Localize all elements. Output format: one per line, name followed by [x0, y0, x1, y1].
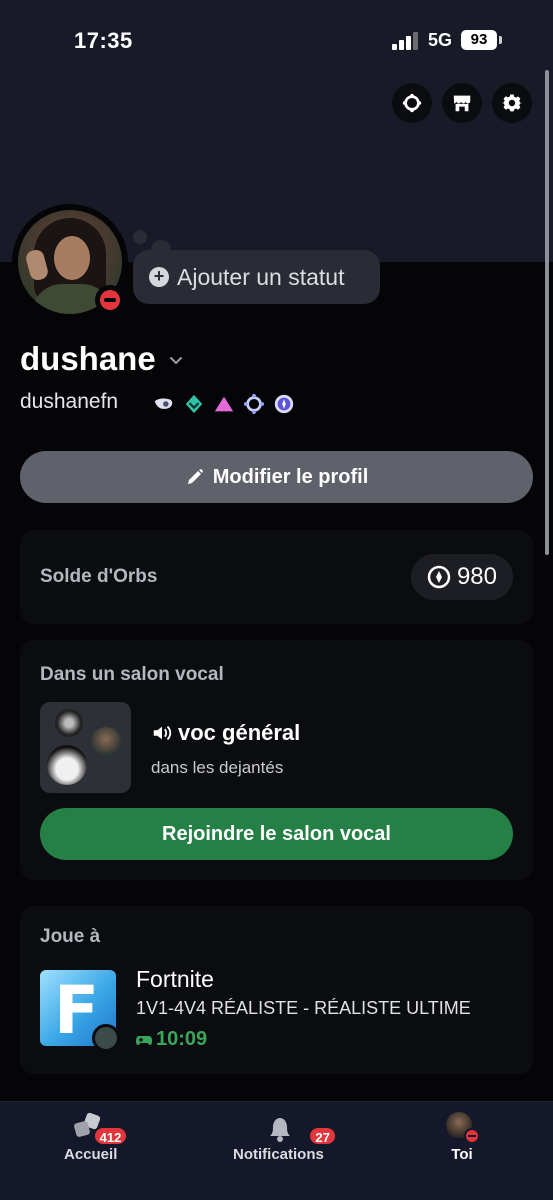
game-activity-card: Joue à F Fortnite 1V1-4V4 RÉALISTE - RÉA… [20, 906, 533, 1074]
network-type: 5G [428, 30, 453, 50]
hypesquad-icon[interactable] [152, 392, 176, 416]
edit-profile-button[interactable]: Modifier le profil [20, 451, 533, 503]
tab-home-label: Accueil [64, 1146, 118, 1163]
battery-icon: 93 [461, 30, 502, 50]
voice-activity-card: Dans un salon vocal voc général dans les… [20, 640, 533, 880]
shop-icon [453, 95, 471, 112]
voice-channel-name: voc général [178, 720, 301, 745]
orbs-card: Solde d'Orbs 980 [20, 530, 533, 624]
participant-avatar [44, 742, 90, 788]
speaker-icon [153, 725, 172, 741]
orbs-title: Solde d'Orbs [40, 566, 158, 587]
you-icon-wrap [442, 1110, 482, 1144]
chevron-down-icon[interactable] [168, 352, 184, 368]
orbs-balance: 980 [456, 563, 497, 590]
gear-icon [501, 94, 523, 112]
tab-you-label: Toi [451, 1146, 473, 1163]
bell-icon [270, 1118, 291, 1142]
add-status-button[interactable]: + Ajouter un statut [133, 250, 380, 304]
notifications-badge: 27 [308, 1126, 337, 1146]
participant-avatar [52, 706, 86, 740]
tab-home[interactable]: 412 Accueil [64, 1110, 129, 1163]
game-mode-icon [92, 1024, 120, 1052]
boost-icon[interactable] [242, 392, 266, 416]
orbs-balance-pill[interactable]: 980 [410, 554, 513, 600]
voice-channel[interactable]: voc général [151, 720, 300, 746]
nitro-icon [402, 93, 422, 113]
game-detail: 1V1-4V4 RÉALISTE - RÉALISTE ULTIME [136, 998, 471, 1018]
home-badge: 412 [92, 1126, 129, 1146]
status-bar: 17:35 5G 93 [0, 0, 553, 80]
add-status-label: Ajouter un statut [177, 263, 345, 290]
dnd-status-icon [464, 1128, 480, 1144]
quest-triangle-icon[interactable] [212, 392, 236, 416]
tab-you[interactable]: Toi [442, 1110, 482, 1163]
join-voice-label: Rejoindre le salon vocal [162, 822, 391, 845]
nitro-gem-icon[interactable] [182, 392, 206, 416]
tab-notifications[interactable]: 27 Notifications [233, 1110, 337, 1163]
gamepad-icon [136, 1035, 152, 1045]
plus-icon: + [149, 267, 169, 287]
pencil-icon [187, 469, 203, 484]
game-elapsed: 10:09 [136, 1028, 207, 1051]
voice-participants-thumbnail[interactable] [40, 702, 131, 793]
home-icon-wrap: 412 [71, 1110, 129, 1146]
status-bubble-dot [133, 230, 147, 244]
display-name[interactable]: dushane [20, 340, 156, 378]
clock: 17:35 [74, 28, 133, 53]
voice-server-name: dans les dejantés [151, 758, 284, 777]
scrollbar[interactable] [545, 70, 549, 555]
notifications-icon-wrap: 27 [258, 1110, 337, 1146]
settings-button[interactable] [492, 83, 532, 123]
bottom-tab-bar: 412 Accueil 27 Notifications Toi [0, 1101, 553, 1200]
voice-title: Dans un salon vocal [40, 664, 224, 685]
dnd-status-icon [95, 285, 125, 315]
game-section-title: Joue à [40, 926, 101, 947]
game-elapsed-time: 10:09 [156, 1028, 208, 1050]
nitro-button[interactable] [392, 83, 432, 123]
join-voice-button[interactable]: Rejoindre le salon vocal [40, 808, 513, 860]
shop-button[interactable] [442, 83, 482, 123]
signal-icon [392, 32, 422, 50]
orb-badge-icon[interactable] [272, 392, 296, 416]
username: dushanefn [20, 390, 119, 413]
participant-avatar [88, 724, 124, 760]
tab-notifications-label: Notifications [233, 1146, 324, 1163]
game-name: Fortnite [136, 966, 214, 992]
badge-list [152, 392, 296, 416]
orb-icon [427, 565, 451, 589]
edit-profile-label: Modifier le profil [212, 465, 369, 488]
